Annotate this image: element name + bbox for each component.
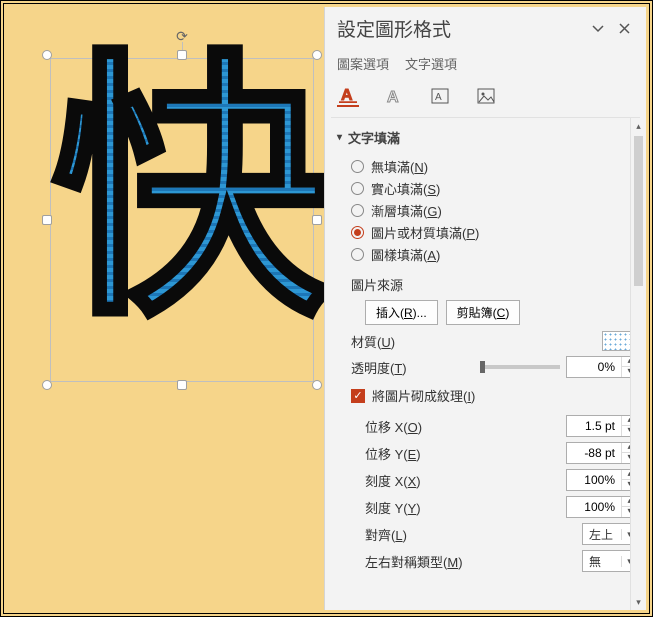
chevron-down-icon: ▾ [337,132,342,143]
section-text-fill[interactable]: ▾ 文字填滿 [337,128,638,147]
offset-x-label: 位移 X(O) [365,417,566,436]
transparency-label: 透明度(T) [351,358,480,377]
scale-x-label: 刻度 X(X) [365,471,566,490]
offset-y-label: 位移 Y(E) [365,444,566,463]
resize-handle[interactable] [312,215,322,225]
panel-close-button[interactable] [614,19,634,39]
text-effects-icon[interactable]: A [383,85,405,107]
canvas-area[interactable]: ⟳ 快 快 [7,7,324,610]
radio-no-fill[interactable]: 無填滿(N) [351,155,638,177]
panel-scrollbar[interactable]: ▴ ▾ [630,118,646,610]
radio-solid-fill[interactable]: 實心填滿(S) [351,177,638,199]
svg-text:A: A [341,87,353,103]
svg-text:A: A [435,92,442,103]
resize-handle[interactable] [42,215,52,225]
resize-handle[interactable] [42,380,52,390]
panel-title: 設定圖形格式 [337,15,582,42]
svg-text:A: A [387,89,399,105]
resize-handle[interactable] [42,50,52,60]
picture-icon[interactable] [475,85,497,107]
scale-x-input[interactable]: ▴▾ [566,469,638,491]
offset-x-input[interactable]: ▴▾ [566,415,638,437]
scale-y-label: 刻度 Y(Y) [365,498,566,517]
resize-handle[interactable] [177,380,187,390]
transparency-slider[interactable] [480,365,560,369]
tab-text-options[interactable]: 文字選項 [405,54,457,73]
selected-shape[interactable]: ⟳ 快 快 [47,55,317,385]
offset-y-input[interactable]: ▴▾ [566,442,638,464]
resize-handle[interactable] [312,50,322,60]
shape-text: 快 [52,51,332,331]
tab-shape-options[interactable]: 圖案選項 [337,54,389,73]
format-shape-panel: 設定圖形格式 圖案選項 文字選項 A A A ▾ 文字填滿 無填滿(N) 實心填… [324,7,646,610]
resize-handle[interactable] [177,50,187,60]
section-title: 文字填滿 [348,128,400,147]
resize-handle[interactable] [312,380,322,390]
checkbox-checked-icon: ✓ [351,389,365,403]
radio-pattern-fill[interactable]: 圖樣填滿(A) [351,243,638,265]
tile-checkbox-row[interactable]: ✓ 將圖片砌成紋理(I) [351,386,638,405]
text-fill-outline-icon[interactable]: A [337,85,359,107]
scale-y-input[interactable]: ▴▾ [566,496,638,518]
transparency-input[interactable]: ▴▾ [566,356,638,378]
texture-label: 材質(U) [351,332,602,351]
textbox-icon[interactable]: A [429,85,451,107]
insert-button[interactable]: 插入(R)... [365,300,438,325]
radio-picture-fill[interactable]: 圖片或材質填滿(P) [351,221,638,243]
alignment-label: 對齊(L) [365,525,582,544]
mirror-type-label: 左右對稱類型(M) [365,552,582,571]
panel-menu-button[interactable] [588,19,608,39]
radio-gradient-fill[interactable]: 漸層填滿(G) [351,199,638,221]
picture-source-label: 圖片來源 [351,275,638,294]
clipboard-button[interactable]: 剪貼簿(C) [446,300,521,325]
